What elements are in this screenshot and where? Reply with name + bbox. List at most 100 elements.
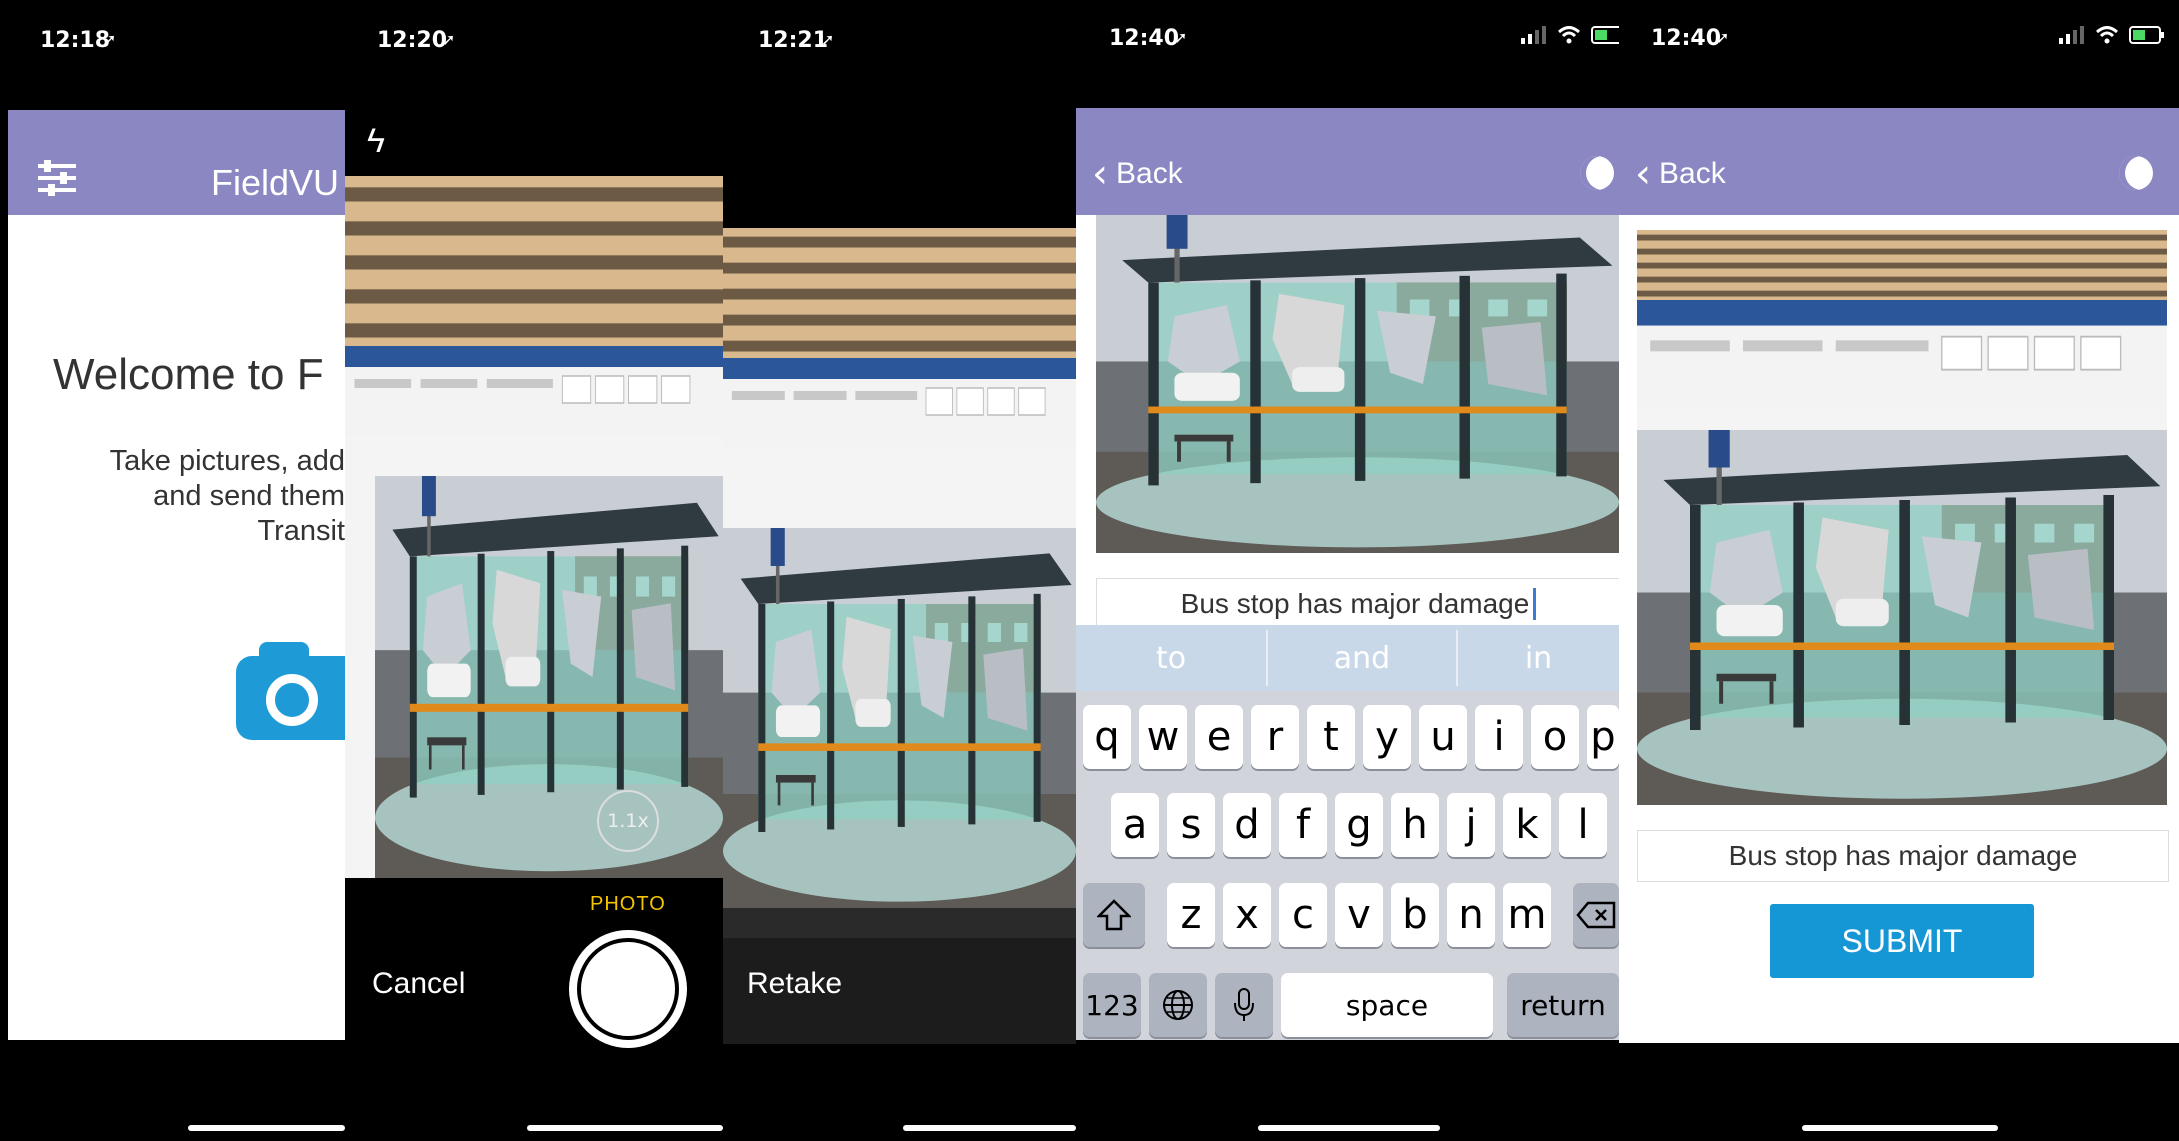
key-g[interactable]: g	[1335, 793, 1383, 857]
key-l[interactable]: l	[1559, 793, 1607, 857]
panel-camera: 12:20 ➚ ϟ 1.1x PHOTO Cancel	[345, 0, 723, 1141]
key-b[interactable]: b	[1391, 883, 1439, 947]
panel-preview: 12:21 ➚ Retake	[723, 0, 1076, 1141]
camera-button[interactable]	[236, 642, 345, 740]
status-icons	[1521, 26, 1619, 44]
key-c[interactable]: c	[1279, 883, 1327, 947]
chevron-left-icon: ‹	[1092, 151, 1108, 197]
signal-icon	[2059, 26, 2084, 44]
settings-sliders-icon[interactable]	[36, 160, 78, 196]
chevron-left-icon: ‹	[1635, 151, 1651, 197]
app-header: FieldVU	[8, 110, 345, 215]
key-y[interactable]: y	[1363, 705, 1411, 769]
nav-header: ‹ Back	[1076, 108, 1619, 215]
wifi-icon	[2095, 26, 2119, 44]
location-arrow-icon: ➚	[821, 32, 835, 49]
status-time: 12:18	[40, 28, 111, 53]
status-time: 12:40	[1651, 26, 1722, 51]
key-t[interactable]: t	[1307, 705, 1355, 769]
panel-submit: 12:40 ➚ ‹ Back Bus stop has major damage…	[1619, 0, 2179, 1141]
battery-icon	[1591, 26, 1619, 44]
flash-icon[interactable]: ϟ	[367, 122, 385, 161]
desc-line: and send them	[153, 480, 345, 512]
retake-button[interactable]: Retake	[747, 967, 842, 1001]
app-screen: ‹ Back Bus stop has major damage SUBMIT	[1619, 108, 2179, 1043]
shutter-button[interactable]	[569, 930, 687, 1048]
home-indicator	[188, 1125, 345, 1131]
status-time: 12:21	[758, 28, 829, 53]
numbers-key[interactable]: 123	[1083, 973, 1141, 1037]
app-screen: FieldVU Welcome to F Take pictures, add …	[8, 110, 345, 1040]
globe-key[interactable]	[1149, 973, 1207, 1037]
toggle-icon[interactable]	[1580, 156, 1614, 190]
key-a[interactable]: a	[1111, 793, 1159, 857]
suggestion-1[interactable]: to	[1076, 625, 1266, 691]
key-v[interactable]: v	[1335, 883, 1383, 947]
status-time: 12:20	[377, 28, 448, 53]
desc-line: Take pictures, add	[109, 445, 345, 477]
key-q[interactable]: q	[1083, 705, 1131, 769]
caption-text: Bus stop has major damage	[1728, 840, 2078, 871]
welcome-heading: Welcome to F	[53, 350, 324, 399]
text-cursor	[1533, 588, 1537, 620]
back-label: Back	[1116, 157, 1183, 190]
desc-line: Transit	[257, 515, 345, 547]
key-u[interactable]: u	[1419, 705, 1467, 769]
key-f[interactable]: f	[1279, 793, 1327, 857]
status-icons	[2059, 26, 2165, 44]
key-k[interactable]: k	[1503, 793, 1551, 857]
toggle-icon[interactable]	[2119, 156, 2153, 190]
suggestion-3[interactable]: in	[1458, 625, 1619, 691]
wifi-icon	[1557, 26, 1581, 44]
key-o[interactable]: o	[1531, 705, 1579, 769]
microphone-icon	[1234, 988, 1254, 1021]
home-indicator	[1802, 1125, 1998, 1131]
back-button[interactable]: ‹ Back	[1092, 151, 1183, 197]
key-s[interactable]: s	[1167, 793, 1215, 857]
key-h[interactable]: h	[1391, 793, 1439, 857]
space-key[interactable]: space	[1281, 973, 1493, 1037]
captured-photo	[1096, 215, 1619, 553]
key-d[interactable]: d	[1223, 793, 1271, 857]
status-time: 12:40	[1109, 26, 1180, 51]
key-i[interactable]: i	[1475, 705, 1523, 769]
signal-icon	[1521, 26, 1546, 44]
shutter-inner	[577, 938, 679, 1040]
microphone-key[interactable]	[1215, 973, 1273, 1037]
key-p[interactable]: p	[1587, 705, 1619, 769]
back-button[interactable]: ‹ Back	[1635, 151, 1726, 197]
key-n[interactable]: n	[1447, 883, 1495, 947]
photo-preview	[723, 228, 1076, 938]
key-z[interactable]: z	[1167, 883, 1215, 947]
key-r[interactable]: r	[1251, 705, 1299, 769]
key-x[interactable]: x	[1223, 883, 1271, 947]
panel-caption-entry: 12:40 ➚ ‹ Back Bus stop has major damage…	[1076, 0, 1619, 1141]
caption-input[interactable]: Bus stop has major damage	[1096, 578, 1619, 630]
home-indicator	[527, 1125, 723, 1131]
suggestion-2[interactable]: and	[1268, 625, 1456, 691]
zoom-indicator[interactable]: 1.1x	[597, 790, 659, 852]
cancel-button[interactable]: Cancel	[372, 967, 465, 1001]
home-indicator	[1258, 1125, 1440, 1131]
shift-key[interactable]	[1083, 883, 1145, 947]
back-label: Back	[1659, 157, 1726, 190]
key-m[interactable]: m	[1503, 883, 1551, 947]
backspace-icon	[1576, 901, 1616, 929]
panel-welcome: 12:18 ➚ FieldVU Welcome to F Take pictur…	[0, 0, 345, 1141]
key-e[interactable]: e	[1195, 705, 1243, 769]
keyboard: to and in q w e r t y u i o p a s d f g …	[1076, 625, 1619, 1040]
backspace-key[interactable]	[1573, 883, 1619, 947]
caption-display: Bus stop has major damage	[1637, 830, 2169, 882]
camera-icon	[259, 642, 309, 662]
home-indicator	[903, 1125, 1076, 1131]
camera-lens	[266, 674, 318, 726]
caption-text: Bus stop has major damage	[1180, 588, 1530, 619]
camera-viewfinder	[345, 176, 723, 878]
key-w[interactable]: w	[1139, 705, 1187, 769]
return-key[interactable]: return	[1507, 973, 1619, 1037]
photo-mode-label[interactable]: PHOTO	[590, 893, 666, 916]
submit-button[interactable]: SUBMIT	[1770, 904, 2034, 978]
key-j[interactable]: j	[1447, 793, 1495, 857]
location-arrow-icon: ➚	[1716, 30, 1730, 47]
shift-arrow-icon	[1097, 899, 1131, 931]
